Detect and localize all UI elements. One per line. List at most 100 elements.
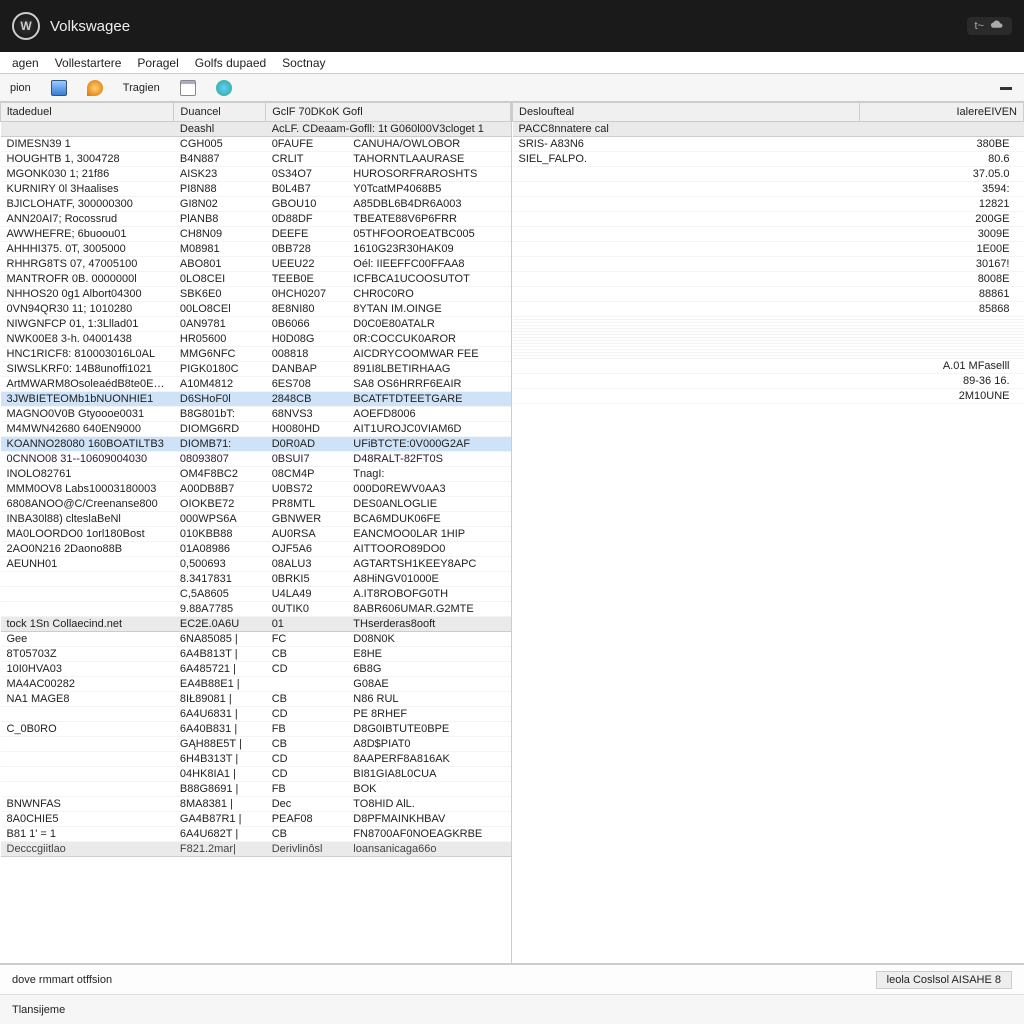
table-row[interactable]: Gee6NA85085 |FCD08N0K bbox=[1, 632, 511, 647]
table-row[interactable]: 0VN94QR30 11; 101028000LO8CEl8E8NI808YTA… bbox=[1, 302, 511, 317]
table-row[interactable]: AHHHI375. 0T, 3005000M089810BB7281610G23… bbox=[1, 242, 511, 257]
table-row[interactable]: DIMESN39 1CGH0050FAUFECANUHA/OWLOBOR bbox=[1, 137, 511, 152]
table-row[interactable]: AEUNH010,50069308ALU3AGTARTSH1KEEY8APC bbox=[1, 557, 511, 572]
table-row[interactable]: SIWSLKRF0: 14B8unoffi1021PIGK0180CDANBAP… bbox=[1, 362, 511, 377]
table-cell: EC2E.0A6U bbox=[174, 617, 266, 632]
table-row[interactable]: C,5A8605U4LA49A.IT8ROBOFG0TH bbox=[1, 587, 511, 602]
table-row[interactable]: 200GE bbox=[513, 212, 1024, 227]
table-cell: C,5A8605 bbox=[174, 587, 266, 602]
table-row[interactable]: 85868 bbox=[513, 302, 1024, 317]
tool-module-icon[interactable] bbox=[45, 78, 73, 98]
table-row[interactable]: MANTROFR 0B. 0000000l0LO8CEITEEB0EICFBCA… bbox=[1, 272, 511, 287]
table-cell: A10M4812 bbox=[174, 377, 266, 392]
menu-poragel[interactable]: Poragel bbox=[129, 54, 186, 72]
table-cell: 6808ANOO@C/Creenanse800 bbox=[1, 497, 174, 512]
table-row[interactable]: 12821 bbox=[513, 197, 1024, 212]
table-row[interactable]: INBA30l88) clteslaBeNl000WPS6AGBNWERBCA6… bbox=[1, 512, 511, 527]
tool-map[interactable] bbox=[210, 78, 238, 98]
status-right-badge[interactable]: leola Coslsol AISAHE 8 bbox=[876, 971, 1012, 989]
table-row[interactable]: 6H4B313T |CD8AAPERF8A816AK bbox=[1, 752, 511, 767]
table-row[interactable]: 88861 bbox=[513, 287, 1024, 302]
table-cell: OIOKBE72 bbox=[174, 497, 266, 512]
table-row[interactable]: MAGNO0V0B Gtyoooe0031B8G801bT:68NVS3AOEF… bbox=[1, 407, 511, 422]
table-row[interactable]: NWK00E8 3-h. 04001438HR05600H0D08G0R:COC… bbox=[1, 332, 511, 347]
table-row[interactable]: NHHOS20 0g1 Albort04300SBK6E00HCH0207CHR… bbox=[1, 287, 511, 302]
left-pane[interactable]: ltadeduel Duancel GclF 70DKoK Gofl Deash… bbox=[0, 102, 512, 963]
titlebar-help-button[interactable]: t~ bbox=[967, 17, 1012, 35]
table-row[interactable]: 3009E bbox=[513, 227, 1024, 242]
menu-golfs[interactable]: Golfs dupaed bbox=[187, 54, 274, 72]
table-row[interactable]: MA0LOORDO0 1orl180Bost010KBB88AU0RSAEANC… bbox=[1, 527, 511, 542]
right-pane[interactable]: Desloufteal IalereEIVEN PACC8nnatere cal… bbox=[512, 102, 1024, 963]
table-cell: TAHORNTLAAURASE bbox=[347, 152, 510, 167]
menu-agen[interactable]: agen bbox=[4, 54, 47, 72]
table-cell: loansanicaga66o bbox=[347, 842, 510, 857]
table-row[interactable]: 89-36 16. bbox=[513, 374, 1024, 389]
table-row[interactable]: ArtMWARM8OsoleaédB8te0E810A10M48126ES708… bbox=[1, 377, 511, 392]
table-row[interactable]: INOLO82761OM4F8BC208CM4PTnagI: bbox=[1, 467, 511, 482]
table-row[interactable]: 04HK8IA1 |CDBI81GIA8L0CUA bbox=[1, 767, 511, 782]
menu-vollestartere[interactable]: Vollestartere bbox=[47, 54, 130, 72]
table-row[interactable]: 6A4U6831 |CDPE 8RHEF bbox=[1, 707, 511, 722]
right-header-row[interactable]: Desloufteal IalereEIVEN bbox=[513, 103, 1024, 122]
table-row[interactable]: 30167! bbox=[513, 257, 1024, 272]
table-cell: 6A40B831 | bbox=[174, 722, 266, 737]
tool-document[interactable] bbox=[174, 78, 202, 98]
table-footer-row: DecccgiitlaoF821.2mar|Derivlinôslloansan… bbox=[1, 842, 511, 857]
table-row[interactable]: AWWHEFRE; 6buoou01CH8N09DEEFE05THFOOROEA… bbox=[1, 227, 511, 242]
table-cell: 9.88A7785 bbox=[174, 602, 266, 617]
table-row[interactable]: RHHRG8TS 07, 47005100ABO801UEEU22Oél: II… bbox=[1, 257, 511, 272]
table-row[interactable]: SIEL_FALPO.80.6 bbox=[513, 152, 1024, 167]
menu-soctnay[interactable]: Soctnay bbox=[274, 54, 333, 72]
table-row[interactable]: KURNIRY 0l 3HaalisesPI8N88B0L4B7Y0TcatMP… bbox=[1, 182, 511, 197]
left-h1[interactable]: Duancel bbox=[174, 103, 266, 122]
table-row[interactable]: A.01 MFaselll bbox=[513, 359, 1024, 374]
tool-warning[interactable] bbox=[81, 78, 109, 98]
table-row[interactable]: 1E00E bbox=[513, 242, 1024, 257]
table-row[interactable]: tock 1Sn Collaecind.netEC2E.0A6U01THserd… bbox=[1, 617, 511, 632]
table-row[interactable]: BNWNFAS8MA8381 |DecTO8HID AlL. bbox=[1, 797, 511, 812]
table-cell: 3JWBIETEOMb1bNUONHIE1 bbox=[1, 392, 174, 407]
table-row[interactable]: ANN20AI7; RocossrudPlANB80D88DFTBEATE88V… bbox=[1, 212, 511, 227]
table-row[interactable]: 2AO0N216 2Daono88B01A08986OJF5A6AITTOORO… bbox=[1, 542, 511, 557]
collapse-icon[interactable] bbox=[1000, 87, 1012, 90]
table-row[interactable]: MGONK030 1; 21f86AISK230S34O7HUROSORFRAR… bbox=[1, 167, 511, 182]
table-row[interactable]: B88G8691 |FBBOK bbox=[1, 782, 511, 797]
table-cell: 88861 bbox=[860, 287, 1024, 302]
tool-tragien[interactable]: Tragien bbox=[117, 80, 166, 96]
table-cell: 85868 bbox=[860, 302, 1024, 317]
left-header-row[interactable]: ltadeduel Duancel GclF 70DKoK Gofl bbox=[1, 103, 511, 122]
table-row[interactable]: MA4AC00282EA4B88E1 |G08AE bbox=[1, 677, 511, 692]
table-row[interactable]: NA1 MAGE88IŁ89081 |CBN86 RUL bbox=[1, 692, 511, 707]
table-row[interactable]: NIWGNFCP 01, 1:3Lllad010AN97810B6066D0C0… bbox=[1, 317, 511, 332]
table-row[interactable]: HOUGHTB 1, 3004728B4N887CRLITTAHORNTLAAU… bbox=[1, 152, 511, 167]
table-row[interactable]: C_0B0RO6A40B831 |FBD8G0IBTUTE0BPE bbox=[1, 722, 511, 737]
status-left-text: dove rmmart otffsion bbox=[12, 974, 112, 986]
left-h2[interactable]: GclF 70DKoK Gofl bbox=[266, 103, 511, 122]
table-row[interactable]: B81 1' = 16A4U682T |CBFN8700AF0NOEAGKRBE bbox=[1, 827, 511, 842]
table-row[interactable]: 9.88A77850UTIK08ABR606UMAR.G2MTE bbox=[1, 602, 511, 617]
table-row[interactable]: 3JWBIETEOMb1bNUONHIE1D6SHoF0l2848CBBCATF… bbox=[1, 392, 511, 407]
right-h1[interactable]: IalereEIVEN bbox=[860, 103, 1024, 122]
table-row[interactable]: HNC1RICF8: 810003016L0ALMMG6NFC008818AIC… bbox=[1, 347, 511, 362]
table-row[interactable]: 6808ANOO@C/Creenanse800OIOKBE72PR8MTLDES… bbox=[1, 497, 511, 512]
table-row[interactable]: 2M10UNE bbox=[513, 389, 1024, 404]
right-h0[interactable]: Desloufteal bbox=[513, 103, 860, 122]
table-row[interactable]: BJICLOHATF, 300000300GI8N02GBOU10A85DBL6… bbox=[1, 197, 511, 212]
table-row[interactable]: 8T05703Z6A4B813T |CBE8HE bbox=[1, 647, 511, 662]
table-row[interactable]: 8.34178310BRKI5A8HiNGV01000E bbox=[1, 572, 511, 587]
table-row[interactable]: 8008E bbox=[513, 272, 1024, 287]
table-row[interactable]: 3594: bbox=[513, 182, 1024, 197]
table-row[interactable]: KOANNO28080 160BOATILTB3DIOMB71:D0R0ADUF… bbox=[1, 437, 511, 452]
table-row[interactable]: M4MWN42680 640EN9000DIOMG6RDH0080HDAIT1U… bbox=[1, 422, 511, 437]
table-row[interactable]: GĄH88E5T |CBA8D$PIAT0 bbox=[1, 737, 511, 752]
table-row[interactable]: 8A0CHIE5GA4B87R1 |PEAF08D8PFMAINKHBAV bbox=[1, 812, 511, 827]
left-h0[interactable]: ltadeduel bbox=[1, 103, 174, 122]
table-row[interactable]: 37.05.0 bbox=[513, 167, 1024, 182]
tool-pion[interactable]: pion bbox=[4, 80, 37, 96]
table-row[interactable]: 0CNNO08 31--10609004030080938070BSUI7D48… bbox=[1, 452, 511, 467]
table-row[interactable]: MMM0OV8 Labs10003180003A00DB8B7U0BS72000… bbox=[1, 482, 511, 497]
table-cell: GI8N02 bbox=[174, 197, 266, 212]
table-row[interactable]: SRIS- A83N6380BE bbox=[513, 137, 1024, 152]
table-row[interactable]: 10I0HVA036A485721 |CD6B8G bbox=[1, 662, 511, 677]
